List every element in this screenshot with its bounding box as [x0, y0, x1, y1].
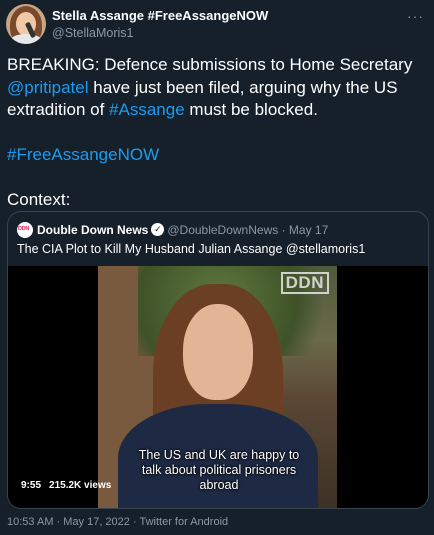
- video-duration: 9:55: [21, 480, 42, 491]
- mention-link[interactable]: @pritipatel: [7, 78, 89, 97]
- tweet-header: Stella Assange #FreeAssangeNOW @StellaMo…: [6, 4, 428, 48]
- video-meta: 9:55 215.2K views: [21, 480, 119, 491]
- video-views: 215.2K views: [49, 480, 112, 491]
- quoted-tweet[interactable]: DDN Double Down News ✓ @DoubleDownNews · Ma…: [7, 211, 429, 509]
- quoted-author-name[interactable]: Double Down News: [37, 223, 148, 237]
- hashtag-link-freeassangenow[interactable]: #FreeAssangeNOW: [7, 145, 159, 164]
- tweet-body: BREAKING: Defence submissions to Home Se…: [7, 54, 427, 212]
- context-label: Context:: [7, 190, 71, 209]
- ddn-watermark: DDN: [280, 272, 329, 294]
- ddn-avatar[interactable]: DDN: [17, 221, 33, 238]
- author-name[interactable]: Stella Assange #FreeAssangeNOW: [52, 8, 268, 23]
- ellipsis-icon[interactable]: ···: [407, 8, 424, 24]
- avatar[interactable]: [6, 4, 46, 44]
- quoted-tweet-header: DDN Double Down News ✓ @DoubleDownNews · Ma…: [17, 221, 417, 239]
- quoted-tweet-text: The CIA Plot to Kill My Husband Julian A…: [17, 242, 366, 256]
- hashtag-link-assange[interactable]: #Assange: [109, 100, 185, 119]
- author-handle[interactable]: @StellaMoris1: [52, 26, 133, 40]
- tweet-text-part: must be blocked.: [184, 100, 318, 119]
- tweet-text-part: BREAKING: Defence submissions to Home Se…: [7, 55, 413, 74]
- quoted-author-handle-time: @DoubleDownNews · May 17: [167, 222, 329, 237]
- tweet-timestamp-source[interactable]: 10:53 AM · May 17, 2022 · Twitter for An…: [7, 516, 228, 528]
- video-caption: The US and UK are happy to talk about po…: [138, 448, 300, 492]
- verified-badge-icon: ✓: [151, 223, 165, 237]
- video-player[interactable]: DDN The US and UK are happy to talk abou…: [8, 266, 428, 508]
